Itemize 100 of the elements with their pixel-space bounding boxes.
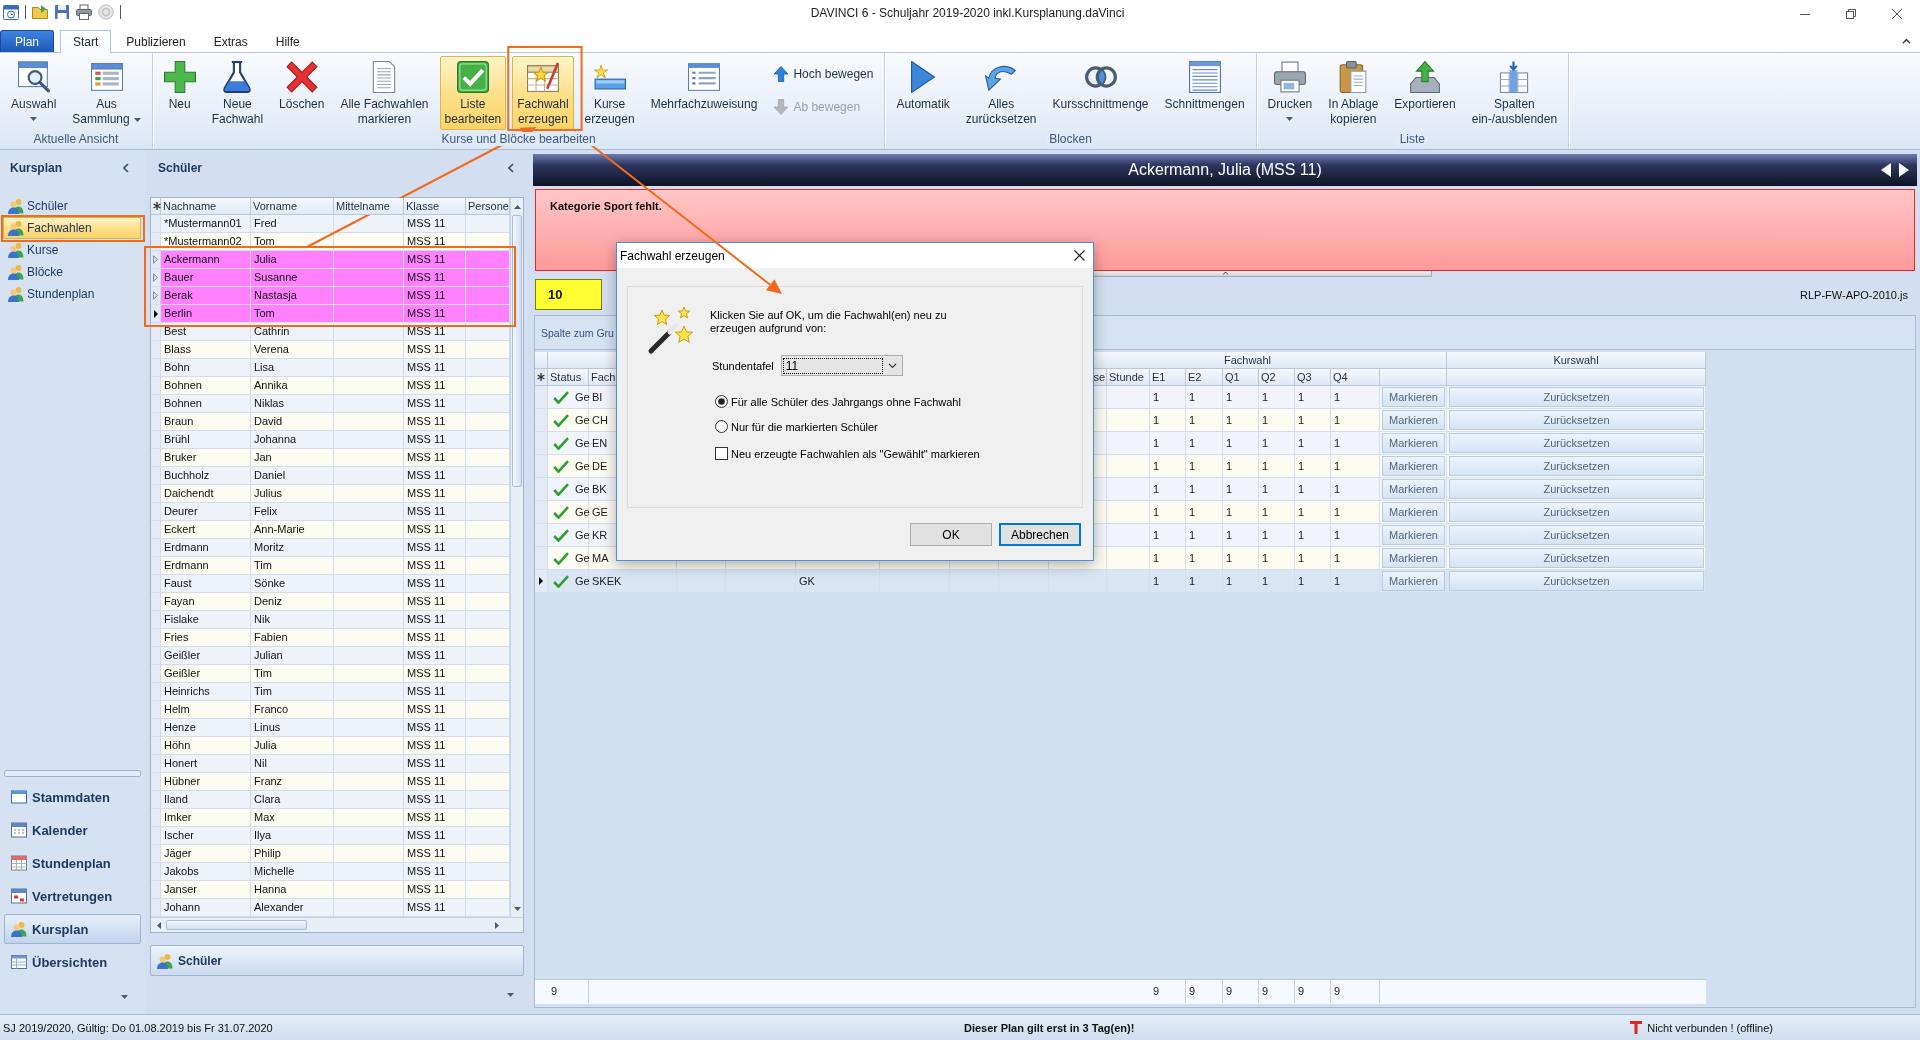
reset-button[interactable]: Zurücksetzen	[1449, 525, 1704, 545]
column-header[interactable]: Persone	[466, 198, 510, 215]
radio-label[interactable]: Nur für die markierten Schüler	[731, 420, 878, 433]
table-row[interactable]: Heinrichs Tim MSS 11	[151, 683, 510, 701]
scrollbar-thumb[interactable]	[166, 920, 307, 930]
ribbon-button[interactable]: Spalten ein-/ausblenden	[1466, 56, 1563, 130]
scrollbar-thumb[interactable]	[512, 215, 522, 487]
table-row[interactable]: *Mustermann01 Fred MSS 11	[151, 215, 510, 233]
dialog-button[interactable]: OK	[910, 523, 992, 546]
nav-item[interactable]: Kurse	[3, 239, 141, 261]
table-row[interactable]: Braun David MSS 11	[151, 413, 510, 431]
minimize-icon[interactable]	[1800, 13, 1810, 15]
ribbon-button[interactable]: Schnittmengen	[1159, 56, 1250, 130]
column-header[interactable]: Q2	[1259, 369, 1295, 386]
nav-item[interactable]: Stundenplan	[3, 283, 141, 305]
ribbon-button[interactable]: Alles zurücksetzen	[960, 56, 1042, 130]
reset-button[interactable]: Zurücksetzen	[1449, 548, 1704, 568]
table-row[interactable]: Geißler Julian MSS 11	[151, 647, 510, 665]
triangle-down-icon[interactable]	[513, 906, 521, 911]
nav-section[interactable]: Kalender	[4, 815, 141, 845]
caret-down-icon[interactable]	[133, 117, 141, 122]
ribbon-button[interactable]: Aus Sammlung	[67, 56, 146, 130]
column-header[interactable]: Q1	[1223, 369, 1259, 386]
checkbox[interactable]	[715, 447, 728, 460]
caret-down-icon[interactable]	[507, 993, 514, 997]
mark-button[interactable]: Markieren	[1382, 571, 1445, 591]
nav-item[interactable]: Fachwahlen	[3, 217, 141, 239]
reset-button[interactable]: Zurücksetzen	[1449, 571, 1704, 591]
splitter-handle[interactable]	[4, 770, 141, 777]
table-row[interactable]: Bohnen Niklas MSS 11	[151, 395, 510, 413]
column-header[interactable]: Status	[548, 369, 589, 386]
column-header[interactable]	[1447, 369, 1706, 386]
radio-label[interactable]: Für alle Schüler des Jahrgangs ohne Fachwahl	[731, 395, 961, 408]
reset-button[interactable]: Zurücksetzen	[1449, 502, 1704, 522]
nav-section[interactable]: Stundenplan	[4, 848, 141, 878]
table-row[interactable]: Daichendt Julius MSS 11	[151, 485, 510, 503]
triangle-left-icon[interactable]	[1881, 163, 1891, 177]
table-row[interactable]: Imker Max MSS 11	[151, 809, 510, 827]
dropdown[interactable]: 11	[780, 355, 903, 376]
mark-button[interactable]: Markieren	[1382, 387, 1445, 407]
table-row[interactable]: Fayan Deniz MSS 11	[151, 593, 510, 611]
calendar-clock-icon[interactable]	[3, 4, 19, 20]
table-row[interactable]: Berak Nastasja MSS 11	[151, 287, 510, 305]
close-icon[interactable]	[1074, 250, 1085, 261]
triangle-up-icon[interactable]	[513, 204, 521, 209]
nav-item[interactable]: Schüler	[3, 195, 141, 217]
close-icon[interactable]	[1892, 9, 1902, 19]
caret-down-icon[interactable]	[1286, 117, 1294, 121]
table-row[interactable]: Bruker Jan MSS 11	[151, 449, 510, 467]
table-row[interactable]: Jakobs Michelle MSS 11	[151, 863, 510, 881]
column-header[interactable]: Stunde	[1107, 369, 1150, 386]
ribbon-button[interactable]: Kurse erzeugen	[579, 56, 640, 130]
triangle-left-icon[interactable]	[157, 921, 161, 929]
mark-button[interactable]: Markieren	[1382, 410, 1445, 430]
reset-button[interactable]: Zurücksetzen	[1449, 479, 1704, 499]
triangle-right-icon[interactable]	[495, 921, 499, 929]
nav-section[interactable]: Stammdaten	[4, 782, 141, 812]
ribbon-button[interactable]: Drucken	[1262, 56, 1318, 130]
triangle-right-icon[interactable]	[1899, 163, 1909, 177]
mark-button[interactable]: Markieren	[1382, 479, 1445, 499]
table-row[interactable]: Bohn Lisa MSS 11	[151, 359, 510, 377]
table-row[interactable]: Henze Linus MSS 11	[151, 719, 510, 737]
table-row[interactable]: Blass Verena MSS 11	[151, 341, 510, 359]
reset-button[interactable]: Zurücksetzen	[1449, 456, 1704, 476]
table-row[interactable]: Fislake Nik MSS 11	[151, 611, 510, 629]
ribbon-button[interactable]: Auswahl	[6, 56, 62, 130]
radio-button[interactable]	[715, 420, 728, 433]
column-header[interactable]	[1380, 369, 1447, 386]
ribbon-button[interactable]: In Ablage kopieren	[1323, 56, 1384, 130]
table-row[interactable]: Geißler Tim MSS 11	[151, 665, 510, 683]
table-row[interactable]: Faust Sönke MSS 11	[151, 575, 510, 593]
nav-section[interactable]: Übersichten	[4, 947, 141, 977]
table-row[interactable]: Bohnen Annika MSS 11	[151, 377, 510, 395]
table-row[interactable]: Erdmann Tim MSS 11	[151, 557, 510, 575]
ribbon-button[interactable]: Fachwahl erzeugen	[512, 56, 574, 130]
column-header[interactable]: Mittelname	[334, 198, 404, 215]
table-row[interactable]: Berlin Tom MSS 11	[151, 305, 510, 323]
ribbon-tab[interactable]: Publizieren	[113, 31, 199, 52]
mark-button[interactable]: Markieren	[1382, 433, 1445, 453]
reset-button[interactable]: Zurücksetzen	[1449, 433, 1704, 453]
save-icon[interactable]	[54, 4, 70, 20]
table-row[interactable]: Jäger Philip MSS 11	[151, 845, 510, 863]
table-row[interactable]: Erdmann Moritz MSS 11	[151, 539, 510, 557]
table-row[interactable]: Johann Alexander MSS 11	[151, 899, 510, 917]
folder-icon[interactable]	[32, 4, 48, 20]
ribbon-button[interactable]: Neu	[158, 56, 201, 130]
mark-button[interactable]: Markieren	[1382, 548, 1445, 568]
ribbon-tab[interactable]: Start	[60, 30, 112, 53]
table-row[interactable]: Iland Clara MSS 11	[151, 791, 510, 809]
caret-down-icon[interactable]	[121, 995, 128, 999]
caret-down-icon[interactable]	[30, 117, 38, 121]
nav-section[interactable]: Vertretungen	[4, 881, 141, 911]
chevron-left-icon[interactable]	[508, 163, 514, 173]
reset-button[interactable]: Zurücksetzen	[1449, 410, 1704, 430]
column-header[interactable]: Q3	[1295, 369, 1331, 386]
print-icon[interactable]	[76, 4, 92, 20]
ribbon-button[interactable]: Neue Fachwahl	[206, 56, 269, 130]
table-row[interactable]: Bauer Susanne MSS 11	[151, 269, 510, 287]
chevron-left-icon[interactable]	[123, 163, 129, 173]
table-row[interactable]: Helm Franco MSS 11	[151, 701, 510, 719]
